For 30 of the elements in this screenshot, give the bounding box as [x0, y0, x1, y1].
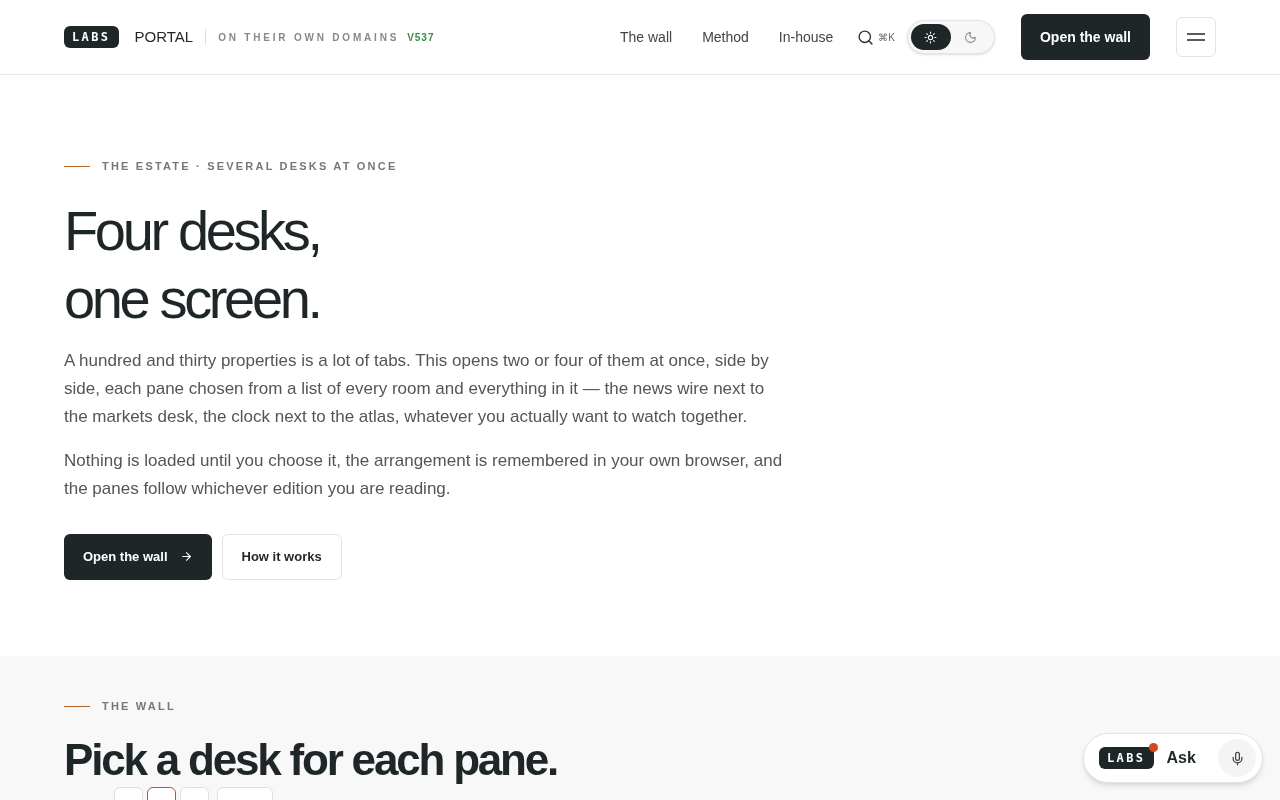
moon-icon — [964, 30, 978, 44]
nav-link[interactable]: Method — [702, 26, 749, 48]
version-label: V537 — [407, 30, 435, 45]
logo[interactable]: LABS — [1099, 747, 1154, 769]
menu-icon — [1187, 33, 1205, 41]
hero-paragraph: Nothing is loaded until you choose it, the arrangement is remembered in your own browser, and the panes follow whichever edition you are reading. — [64, 449, 784, 500]
nav-link[interactable]: The wall — [620, 26, 673, 48]
ask-label: Ask — [1166, 748, 1196, 768]
section-title: Pick a desk for each pane. — [64, 734, 558, 785]
nav-link[interactable]: In-house — [778, 26, 834, 48]
hero-title: Four desks, one screen. — [64, 197, 321, 332]
theme-option[interactable] — [911, 24, 951, 50]
sun-icon — [924, 30, 938, 44]
open-wall-button[interactable]: Open the wall — [64, 533, 212, 580]
tagline: ON THEIR OWN DOMAINS — [218, 30, 400, 45]
microphone-icon — [1229, 750, 1245, 766]
menu-button[interactable] — [1176, 17, 1216, 57]
logo[interactable]: LABS — [64, 26, 119, 48]
open-wall-button[interactable]: Open the wall — [1021, 14, 1150, 60]
ask-widget[interactable]: LABS Ask — [1083, 733, 1263, 783]
how-it-works-button[interactable]: How it works — [221, 533, 342, 580]
search-button[interactable]: ⌘K — [857, 28, 895, 46]
theme-toggle[interactable] — [907, 20, 995, 54]
hero-paragraph: A hundred and thirty properties is a lot of tabs. This opens two or four of them at once, side by side, each pane chosen from a list of every room and everything in it — the news wire next to the markets desk, the clock next to the atlas, whatever you actually want to watch together. — [64, 349, 770, 428]
eyebrow-label: THE WALL — [102, 699, 176, 714]
microphone-button[interactable] — [1218, 739, 1256, 777]
search-icon — [857, 28, 875, 46]
eyebrow-label: THE ESTATE · SEVERAL DESKS AT ONCE — [102, 159, 398, 174]
brand-name: PORTAL — [134, 26, 194, 47]
arrow-right-icon — [179, 550, 193, 563]
